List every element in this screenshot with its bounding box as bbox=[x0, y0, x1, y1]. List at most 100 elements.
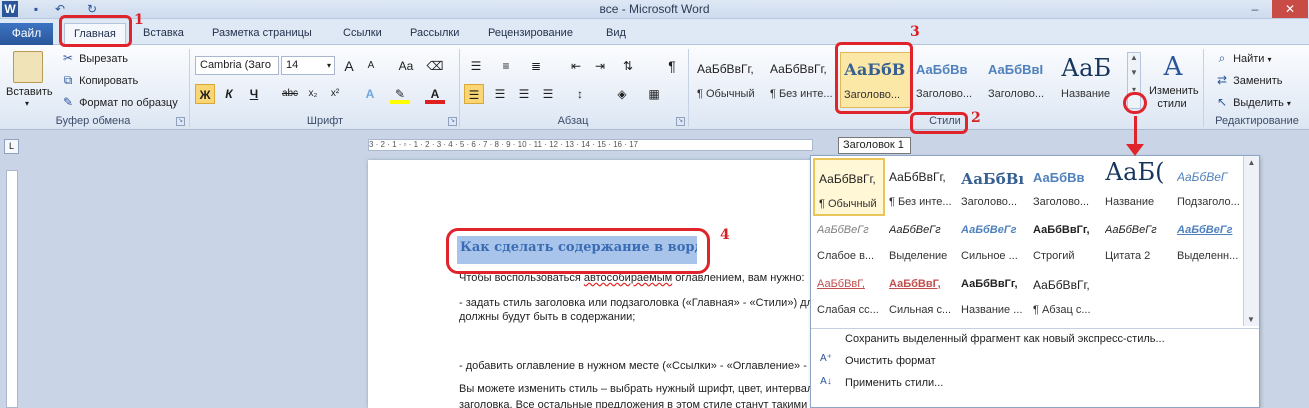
align-center-icon[interactable]: ☰ bbox=[490, 84, 510, 104]
panel-scrollbar[interactable]: ▲ ▼ bbox=[1243, 156, 1259, 326]
panel-style-tile-quote2[interactable]: АаБбВеГг Цитата 2 bbox=[1101, 212, 1173, 270]
style-caption: Слабая сс... bbox=[817, 304, 879, 316]
tab-stop-selector[interactable]: L bbox=[4, 139, 19, 154]
clear-format-item[interactable]: Очистить формат bbox=[845, 355, 936, 367]
text-effects-icon[interactable]: A bbox=[360, 84, 380, 104]
cut-button[interactable]: ✂ Вырезать bbox=[60, 51, 128, 65]
style-tile-no-spacing[interactable]: АаБбВвГг, ¶ Без инте... bbox=[767, 52, 839, 108]
tab-review[interactable]: Рецензирование bbox=[479, 23, 582, 45]
clipboard-launcher-icon[interactable]: ↘ bbox=[176, 117, 185, 126]
font-launcher-icon[interactable]: ↘ bbox=[448, 117, 457, 126]
apply-styles-item[interactable]: Применить стили... bbox=[845, 377, 943, 389]
shading-icon[interactable]: ◈ bbox=[612, 84, 632, 104]
sort-icon[interactable]: ⇅ bbox=[618, 56, 638, 76]
paragraph-4[interactable]: - добавить оглавление в нужном месте («С… bbox=[459, 360, 822, 372]
paste-icon[interactable] bbox=[13, 51, 43, 83]
superscript-button[interactable]: x² bbox=[325, 84, 345, 104]
copy-button[interactable]: ⧉ Копировать bbox=[60, 73, 139, 87]
panel-style-tile-no-spacing[interactable]: АаБбВвГг, ¶ Без инте... bbox=[885, 158, 957, 216]
bullets-icon[interactable]: ☰ bbox=[466, 56, 486, 76]
minimize-icon[interactable]: – bbox=[1238, 0, 1272, 18]
replace-button[interactable]: ⇄ Заменить bbox=[1214, 73, 1283, 87]
change-styles-label-1[interactable]: Изменить bbox=[1149, 85, 1199, 97]
shrink-font-button[interactable]: A bbox=[361, 56, 381, 76]
panel-style-tile-list-paragraph[interactable]: АаБбВвГг, ¶ Абзац с... bbox=[1029, 266, 1101, 324]
font-family-combo[interactable]: Cambria (Заго bbox=[195, 56, 279, 75]
paragraph-2[interactable]: - задать стиль заголовка или подзаголовк… bbox=[459, 297, 819, 309]
tab-file[interactable]: Файл bbox=[0, 23, 53, 45]
save-selection-as-style[interactable]: Сохранить выделенный фрагмент как новый … bbox=[845, 333, 1165, 345]
panel-style-tile-subtle-emphasis[interactable]: АаБбВеГг Слабое в... bbox=[813, 212, 885, 270]
line-spacing-icon[interactable]: ↕ bbox=[570, 84, 590, 104]
clear-formatting-icon[interactable]: ⌫ bbox=[425, 56, 445, 76]
tab-references[interactable]: Ссылки bbox=[334, 23, 391, 45]
borders-icon[interactable]: ▦ bbox=[644, 84, 664, 104]
scroll-down-icon[interactable]: ▼ bbox=[1244, 315, 1258, 324]
change-styles-icon[interactable]: A bbox=[1156, 52, 1190, 82]
tab-view[interactable]: Вид bbox=[597, 23, 635, 45]
decrease-indent-icon[interactable]: ⇤ bbox=[566, 56, 586, 76]
style-tile-title[interactable]: АаБ Название bbox=[1058, 52, 1124, 108]
style-sample: АаБбВеГг bbox=[889, 224, 941, 236]
justify-icon[interactable]: ☰ bbox=[538, 84, 558, 104]
panel-style-tile-book-title[interactable]: АаБбВвГг, Название ... bbox=[957, 266, 1029, 324]
panel-style-tile-intense-emphasis[interactable]: АаБбВеГг Сильное ... bbox=[957, 212, 1029, 270]
style-tile-normal[interactable]: АаБбВвГг, ¶ Обычный bbox=[694, 52, 766, 108]
scroll-up-icon[interactable]: ▲ bbox=[1244, 158, 1259, 167]
paragraph-5[interactable]: Вы можете изменить стиль – выбрать нужны… bbox=[459, 383, 816, 395]
multilevel-list-icon[interactable]: ≣ bbox=[526, 56, 546, 76]
style-caption: Цитата 2 bbox=[1105, 250, 1151, 262]
tab-page-layout[interactable]: Разметка страницы bbox=[203, 23, 321, 45]
divider bbox=[688, 49, 689, 127]
align-left-icon[interactable]: ☰ bbox=[464, 84, 484, 104]
horizontal-ruler[interactable]: 3 · 2 · 1 · ▫ · 1 · 2 · 3 · 4 · 5 · 6 · … bbox=[368, 139, 813, 151]
panel-style-tile-subtle-reference[interactable]: АаБбВвГ, Слабая сс... bbox=[813, 266, 885, 324]
window-title: все - Microsoft Word bbox=[599, 2, 710, 16]
panel-style-tile-intense-reference[interactable]: АаБбВвГ, Сильная с... bbox=[885, 266, 957, 324]
format-painter-button[interactable]: ✎ Формат по образцу bbox=[60, 95, 178, 109]
increase-indent-icon[interactable]: ⇥ bbox=[590, 56, 610, 76]
close-icon[interactable]: ✕ bbox=[1272, 0, 1308, 18]
panel-style-tile-subtitle[interactable]: АаБбВеГ Подзаголо... bbox=[1173, 158, 1245, 216]
paste-button-label[interactable]: Вставить bbox=[6, 86, 53, 98]
panel-style-tile-heading2[interactable]: АаБбВв Заголово... bbox=[1029, 158, 1101, 216]
annotation-arrow-shaft bbox=[1134, 116, 1137, 146]
paste-dropdown-icon[interactable]: ▾ bbox=[25, 99, 29, 108]
paragraph-3[interactable]: должны будут быть в содержании; bbox=[459, 311, 635, 323]
panel-style-tile-emphasis[interactable]: АаБбВеГг Выделение bbox=[885, 212, 957, 270]
paragraph-launcher-icon[interactable]: ↘ bbox=[676, 117, 685, 126]
panel-style-tile-intense-quote[interactable]: АаБбВеГг Выделенн... bbox=[1173, 212, 1245, 270]
change-styles-label-2[interactable]: стили bbox=[1149, 98, 1195, 110]
change-case-button[interactable]: Aa bbox=[392, 56, 420, 76]
find-button[interactable]: ⌕ Найти ▾ bbox=[1214, 51, 1272, 65]
style-caption: Название bbox=[1061, 88, 1111, 100]
bold-button[interactable]: Ж bbox=[195, 84, 215, 104]
select-button[interactable]: ↖ Выделить ▾ bbox=[1214, 95, 1291, 109]
paragraph-6[interactable]: заголовка. Все остальные предложения в э… bbox=[459, 399, 818, 408]
style-sample: АаБбВвГ, bbox=[817, 278, 865, 290]
italic-button[interactable]: К bbox=[219, 84, 239, 104]
subscript-button[interactable]: x₂ bbox=[303, 84, 323, 104]
font-size-combo[interactable]: 14 ▾ bbox=[281, 56, 335, 75]
style-tile-heading3[interactable]: АаБбВвI Заголово... bbox=[985, 52, 1057, 108]
panel-style-tile-heading1[interactable]: АаБбВı Заголово... bbox=[957, 158, 1029, 216]
grow-font-button[interactable]: A bbox=[339, 56, 359, 76]
strikethrough-button[interactable]: abc bbox=[278, 84, 302, 104]
numbering-icon[interactable]: ≡ bbox=[496, 56, 516, 76]
cut-label: Вырезать bbox=[79, 53, 128, 65]
panel-style-tile-title[interactable]: АаБ(Название bbox=[1101, 158, 1173, 216]
tab-mailings[interactable]: Рассылки bbox=[401, 23, 468, 45]
style-sample: АаБбВвГг, bbox=[770, 62, 827, 76]
highlight-icon[interactable]: ✎ bbox=[390, 84, 410, 104]
underline-button[interactable]: Ч bbox=[244, 84, 264, 104]
show-formatting-button[interactable]: ¶ bbox=[662, 56, 682, 76]
panel-style-tile-normal[interactable]: АаБбВвГг, ¶ Обычный bbox=[813, 158, 885, 216]
scroll-down-icon[interactable]: ▼ bbox=[1128, 68, 1140, 77]
save-style-icon: A⁺ bbox=[820, 353, 832, 364]
align-right-icon[interactable]: ☰ bbox=[514, 84, 534, 104]
vertical-ruler[interactable] bbox=[6, 170, 18, 408]
panel-style-tile-strong[interactable]: АаБбВвГг, Строгий bbox=[1029, 212, 1101, 270]
scroll-up-icon[interactable]: ▲ bbox=[1128, 53, 1140, 62]
style-tile-heading2[interactable]: АаБбВв Заголово... bbox=[913, 52, 985, 108]
font-color-button[interactable]: A bbox=[425, 84, 445, 104]
